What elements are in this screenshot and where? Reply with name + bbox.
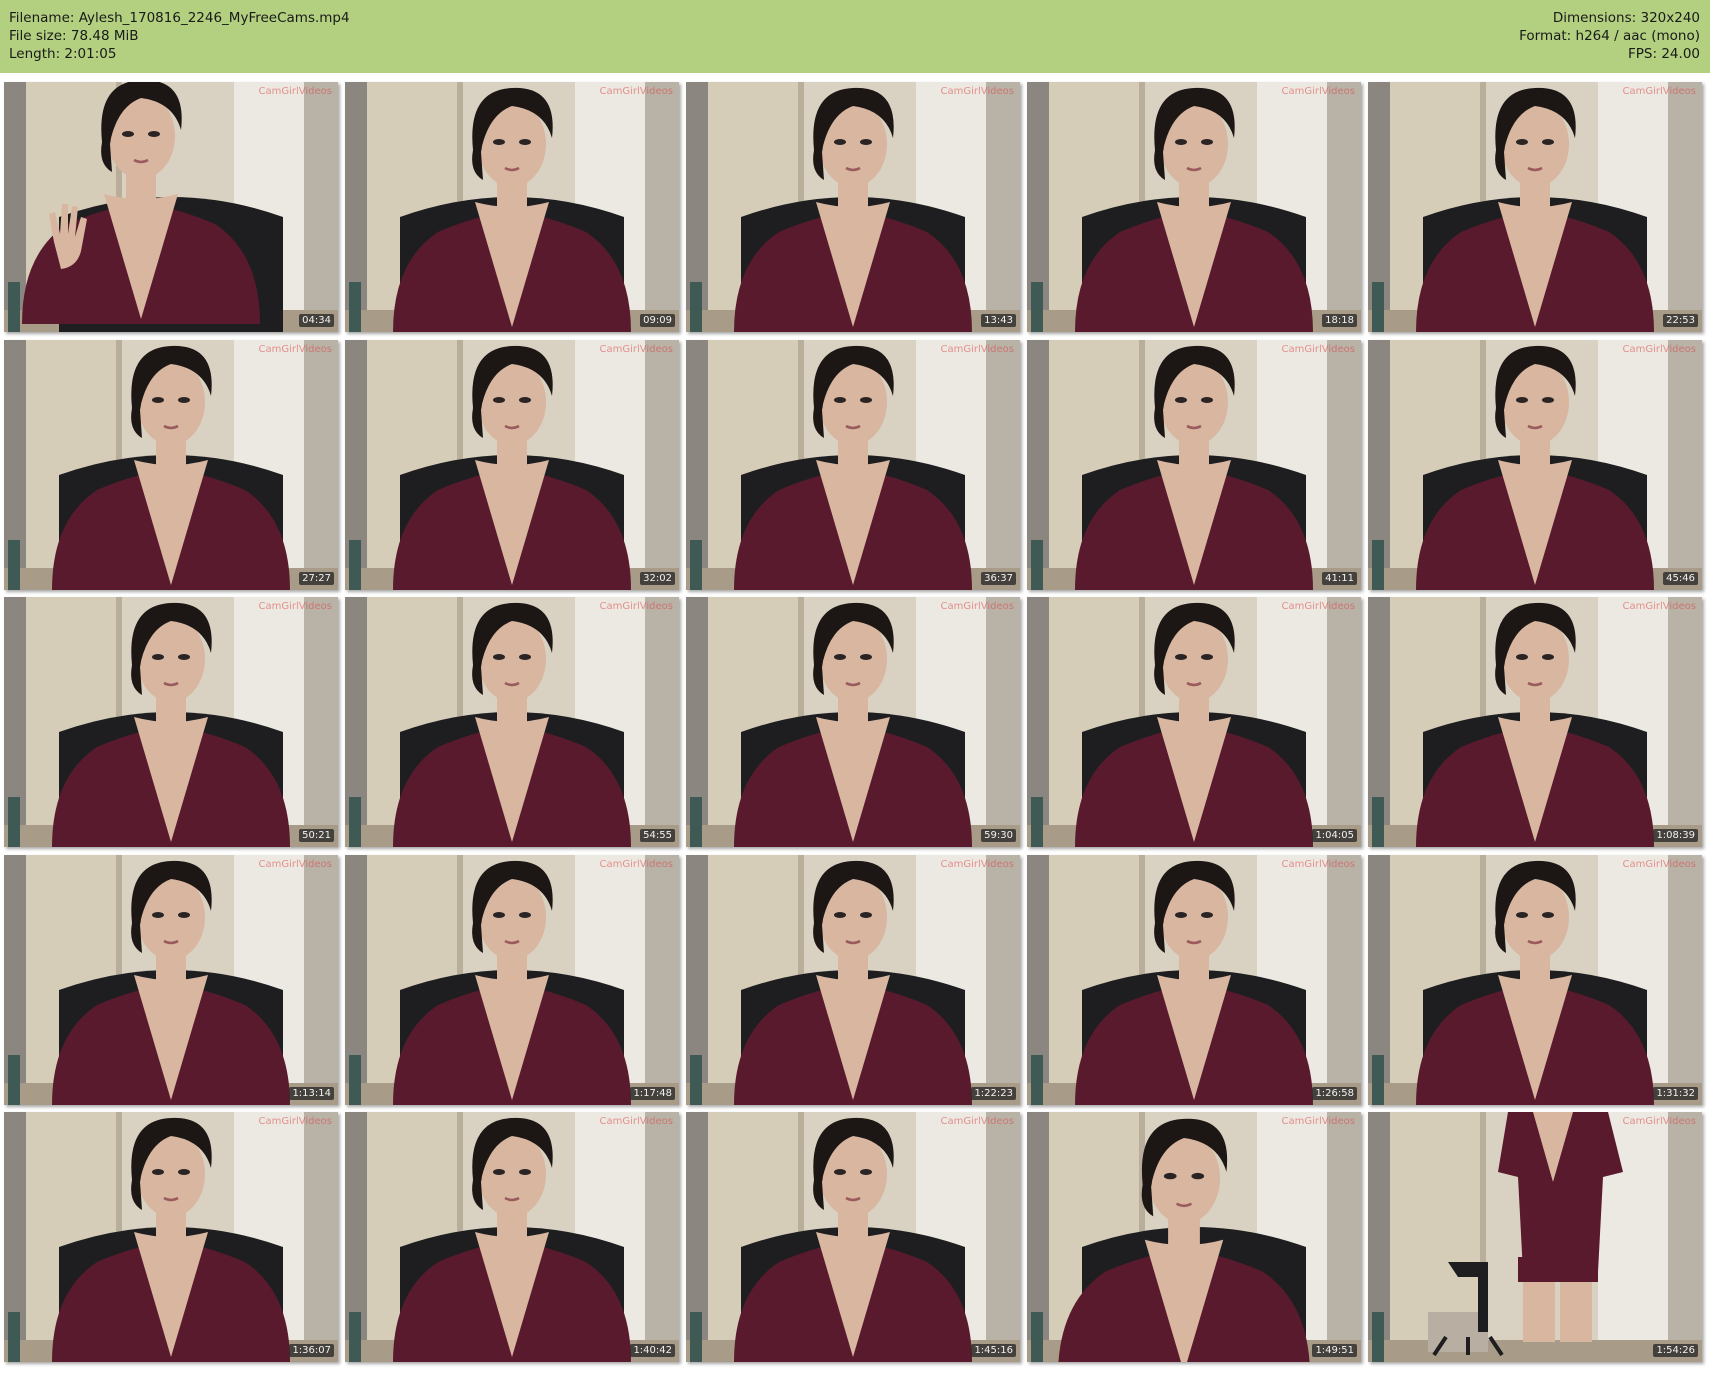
timestamp-label: 1:31:32 [1653,1086,1698,1100]
thumbnail-frame: CamGirlVideos 04:34 [4,82,338,332]
watermark-logo: CamGirlVideos [599,86,674,97]
timestamp-label: 1:26:58 [1312,1086,1357,1100]
watermark-logo: CamGirlVideos [1281,86,1356,97]
watermark-logo: CamGirlVideos [599,343,674,355]
watermark-logo: CamGirlVideos [1281,858,1356,870]
timestamp-label: 50:21 [299,829,334,842]
watermark-logo: CamGirlVideos [940,601,1015,612]
watermark-logo: CamGirlVideos [599,858,674,870]
timestamp-label: 1:54:26 [1653,1344,1698,1357]
thumbnail-frame: CamGirlVideos 50:21 [4,597,338,847]
timestamp-label: 54:55 [640,829,675,842]
thumbnail-frame: CamGirlVideos 41:11 [1027,339,1361,590]
timestamp-label: 41:11 [1322,571,1357,585]
watermark-logo: CamGirlVideos [599,601,674,612]
watermark-logo: CamGirlVideos [1281,601,1356,612]
watermark-logo: CamGirlVideos [940,343,1015,355]
thumbnail-frame: CamGirlVideos 59:30 [686,597,1020,847]
thumbnail-frame: CamGirlVideos 09:09 [345,82,679,332]
timestamp-label: 45:46 [1663,571,1698,585]
thumbnail-frame: CamGirlVideos 32:02 [345,339,679,590]
thumbnail-frame: CamGirlVideos 1:04:05 [1027,597,1361,847]
media-info: Dimensions: 320x240 Format: h264 / aac (… [1519,9,1700,63]
thumbnail-frame: CamGirlVideos 1:26:58 [1027,854,1361,1105]
thumbnail-frame: CamGirlVideos 1:36:07 [4,1112,338,1362]
timestamp-label: 18:18 [1322,314,1357,327]
fps-text: FPS: 24.00 [1628,46,1700,62]
timestamp-label: 04:34 [299,314,334,327]
timestamp-label: 27:27 [299,571,334,585]
filename-text: Filename: Aylesh_170816_2246_MyFreeCams.… [9,10,350,26]
thumbnail-grid: CamGirlVideos 04:34 CamGirlVideos 09:09 [4,82,1706,1370]
watermark-logo: CamGirlVideos [940,1116,1015,1127]
timestamp-label: 1:49:51 [1312,1344,1357,1357]
watermark-logo: CamGirlVideos [1622,858,1697,870]
watermark-logo: CamGirlVideos [258,343,333,355]
thumbnail-frame: CamGirlVideos 1:22:23 [686,854,1020,1105]
timestamp-label: 1:08:39 [1653,829,1698,842]
watermark-logo: CamGirlVideos [1281,343,1356,355]
thumbnail-frame: CamGirlVideos 1:40:42 [345,1112,679,1362]
timestamp-label: 36:37 [981,571,1016,585]
watermark-logo: CamGirlVideos [940,858,1015,870]
timestamp-label: 32:02 [640,571,675,585]
thumbnail-frame: CamGirlVideos 1:49:51 [1027,1112,1361,1362]
timestamp-label: 1:36:07 [289,1344,334,1357]
watermark-logo: CamGirlVideos [599,1116,674,1127]
timestamp-label: 1:04:05 [1312,829,1357,842]
format-text: Format: h264 / aac (mono) [1519,28,1700,44]
thumbnail-frame: CamGirlVideos 18:18 [1027,82,1361,332]
watermark-logo: CamGirlVideos [258,601,333,612]
watermark-logo: CamGirlVideos [258,858,333,870]
thumbnail-frame: CamGirlVideos 36:37 [686,339,1020,590]
thumbnail-frame: CamGirlVideos 1:17:48 [345,854,679,1105]
info-header: Filename: Aylesh_170816_2246_MyFreeCams.… [0,0,1710,73]
watermark-logo: CamGirlVideos [1622,601,1697,612]
thumbnail-frame: CamGirlVideos 1:45:16 [686,1112,1020,1362]
thumbnail-frame: CamGirlVideos 1:08:39 [1368,597,1702,847]
thumbnail-frame: CamGirlVideos 1:13:14 [4,854,338,1105]
watermark-logo: CamGirlVideos [258,86,333,97]
length-text: Length: 2:01:05 [9,46,117,62]
timestamp-label: 1:13:14 [289,1086,334,1100]
timestamp-label: 59:30 [981,829,1016,842]
timestamp-label: 22:53 [1663,314,1698,327]
thumbnail-frame: CamGirlVideos 1:31:32 [1368,854,1702,1105]
watermark-logo: CamGirlVideos [258,1116,333,1127]
thumbnail-frame: CamGirlVideos 45:46 [1368,339,1702,590]
file-info: Filename: Aylesh_170816_2246_MyFreeCams.… [9,9,350,63]
thumbnail-frame: CamGirlVideos 22:53 [1368,82,1702,332]
watermark-logo: CamGirlVideos [940,86,1015,97]
watermark-logo: CamGirlVideos [1622,1116,1697,1127]
timestamp-label: 1:22:23 [971,1086,1016,1100]
dimensions-text: Dimensions: 320x240 [1552,10,1700,26]
thumbnail-frame: CamGirlVideos 1:54:26 [1368,1112,1702,1362]
timestamp-label: 09:09 [640,314,675,327]
filesize-text: File size: 78.48 MiB [9,28,139,44]
thumbnail-frame: CamGirlVideos 13:43 [686,82,1020,332]
watermark-logo: CamGirlVideos [1622,343,1697,355]
timestamp-label: 1:17:48 [630,1086,675,1100]
timestamp-label: 1:45:16 [971,1344,1016,1357]
watermark-logo: CamGirlVideos [1622,86,1697,97]
thumbnail-frame: CamGirlVideos 54:55 [345,597,679,847]
timestamp-label: 1:40:42 [630,1344,675,1357]
timestamp-label: 13:43 [981,314,1016,327]
watermark-logo: CamGirlVideos [1281,1116,1356,1127]
thumbnail-frame: CamGirlVideos 27:27 [4,339,338,590]
